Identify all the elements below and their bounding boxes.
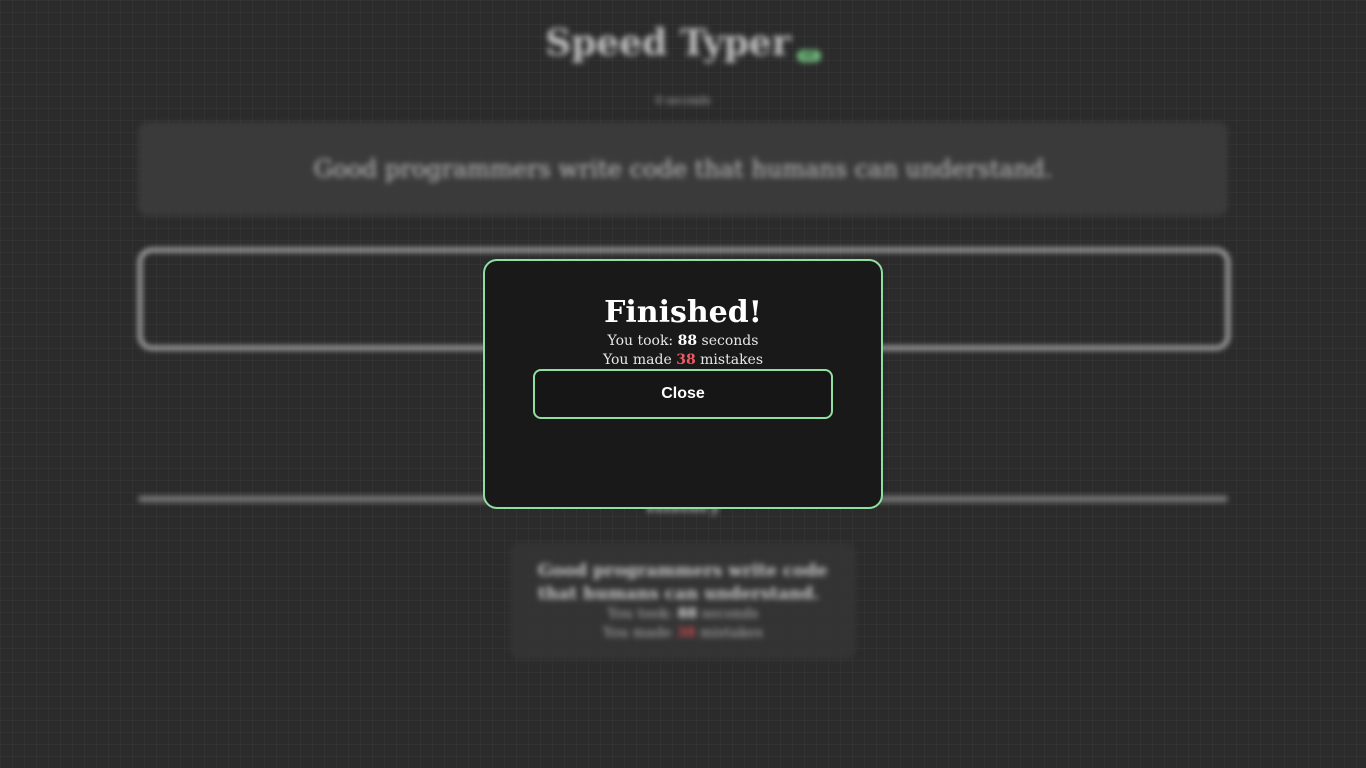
dialog-mistakes-line: You made 38 mistakes [485,352,881,368]
close-button[interactable]: Close [533,369,833,419]
history-time-value: 88 [677,606,698,622]
dialog-time-prefix: You took: [607,333,678,349]
dialog-time-line: You took: 88 seconds [485,333,881,349]
history-mistakes-prefix: You made [602,625,677,641]
history-mistakes-suffix: mistakes [695,625,764,641]
dialog-mistakes-suffix: mistakes [695,352,764,368]
version-badge: v1 [796,50,821,62]
dialog-title: Finished! [604,295,762,330]
app-screen: Speed Typer v1 0 seconds Good programmers… [0,0,1366,768]
history-mistakes-value: 38 [676,625,696,641]
history-quote: Good programmers write code that humans … [538,561,828,604]
dialog-time-value: 88 [677,333,698,349]
history-time-line: You took: 88 seconds [510,606,856,622]
dialog-time-suffix: seconds [697,333,759,349]
history-time-suffix: seconds [697,606,759,622]
history-mistakes-line: You made 38 mistakes [510,625,856,641]
app-title-text: Speed Typer [545,22,791,64]
quote-display: Good programmers write code that humans … [138,122,1228,216]
app-title: Speed Typer v1 [0,22,1366,64]
dialog-mistakes-prefix: You made [602,352,677,368]
timer-readout: 0 seconds [655,94,711,107]
history-time-prefix: You took: [607,606,678,622]
history-card: Good programmers write code that humans … [510,542,856,660]
dialog-mistakes-value: 38 [676,352,696,368]
quote-text: Good programmers write code that humans … [313,155,1053,183]
finished-dialog: Finished! You took: 88 seconds You made … [483,259,883,509]
